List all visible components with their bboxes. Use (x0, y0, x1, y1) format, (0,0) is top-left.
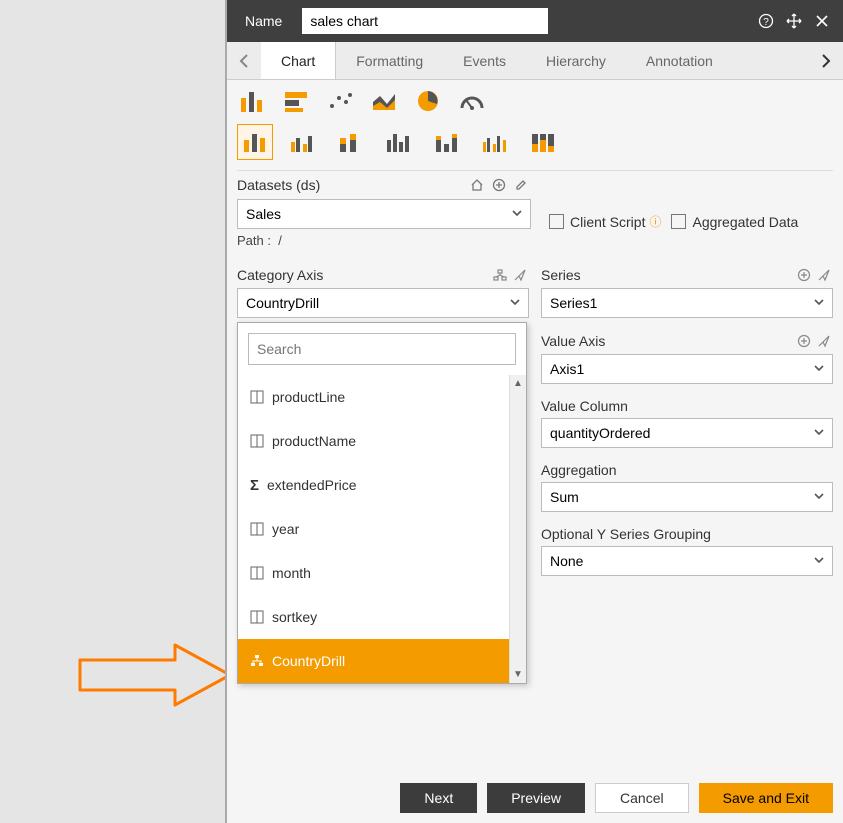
datasets-label: Datasets (ds) (237, 177, 320, 193)
series-label: Series (541, 267, 581, 283)
left-column: Category Axis CountryDrill productLine (237, 260, 529, 576)
dropdown-item-productline[interactable]: productLine (238, 375, 526, 419)
tab-annotation[interactable]: Annotation (626, 42, 733, 79)
tab-strip: Chart Formatting Events Hierarchy Annota… (227, 42, 843, 80)
stacked-bar-icon[interactable] (281, 88, 311, 114)
tree-icon[interactable] (491, 266, 509, 284)
gauge-icon[interactable] (457, 88, 487, 114)
scatter-icon[interactable] (325, 88, 355, 114)
grouping-select[interactable]: None (541, 546, 833, 576)
editor-panel: Name ? Chart Formatting Events Hierarchy… (225, 0, 843, 823)
next-button[interactable]: Next (400, 783, 477, 813)
add-icon[interactable] (795, 332, 813, 350)
column-icon (250, 522, 264, 536)
tab-scroll-left[interactable] (227, 42, 261, 79)
bar-sub-3-icon[interactable] (333, 124, 369, 160)
chevron-down-icon (812, 489, 826, 506)
right-column: Series Series1 Value Axis Axis1 Value (541, 260, 833, 576)
bar-sub-6-icon[interactable] (477, 124, 513, 160)
client-script-label: Client Script (570, 214, 645, 230)
titlebar: Name ? (227, 0, 843, 42)
area-icon[interactable] (369, 88, 399, 114)
dropdown-item-productname[interactable]: productName (238, 419, 526, 463)
dropdown-list: productLine productName Σ extendedPrice … (238, 375, 526, 683)
dataset-flags: Client Script ⓘ Aggregated Data (543, 175, 798, 248)
config-columns: Category Axis CountryDrill productLine (227, 254, 843, 582)
aggregation-label: Aggregation (541, 462, 617, 478)
aggregated-label: Aggregated Data (692, 214, 798, 230)
category-axis-select[interactable]: CountryDrill (237, 288, 529, 318)
value-column-select[interactable]: quantityOrdered (541, 418, 833, 448)
preview-button[interactable]: Preview (487, 783, 585, 813)
tab-formatting[interactable]: Formatting (336, 42, 443, 79)
dropdown-item-extendedprice[interactable]: Σ extendedPrice (238, 463, 526, 507)
column-icon (250, 610, 264, 624)
tab-chart[interactable]: Chart (261, 42, 336, 79)
dropdown-item-month[interactable]: month (238, 551, 526, 595)
bar-sub-2-icon[interactable] (285, 124, 321, 160)
scroll-up-icon[interactable]: ▲ (510, 375, 526, 392)
value-axis-select[interactable]: Axis1 (541, 354, 833, 384)
series-select[interactable]: Series1 (541, 288, 833, 318)
dataset-path: Path : / (237, 233, 531, 248)
dropdown-search-input[interactable] (248, 333, 516, 365)
datasets-section: Datasets (ds) Sales Path : / Client Scri… (227, 171, 843, 254)
drill-icon (250, 655, 264, 667)
add-icon[interactable] (489, 175, 509, 195)
save-button[interactable]: Save and Exit (699, 783, 833, 813)
sigma-icon: Σ (250, 477, 259, 494)
category-axis-label: Category Axis (237, 267, 323, 283)
bar-sub-5-icon[interactable] (429, 124, 465, 160)
column-icon (250, 566, 264, 580)
grouping-label: Optional Y Series Grouping (541, 526, 711, 542)
name-label: Name (245, 13, 282, 29)
column-icon (250, 434, 264, 448)
tab-events[interactable]: Events (443, 42, 526, 79)
chevron-down-icon (812, 425, 826, 442)
send-icon[interactable] (511, 266, 529, 284)
scroll-down-icon[interactable]: ▼ (510, 666, 526, 683)
chevron-down-icon (510, 206, 524, 223)
home-icon[interactable] (467, 175, 487, 195)
bar-sub-4-icon[interactable] (381, 124, 417, 160)
dropdown-item-countrydrill[interactable]: CountryDrill (238, 639, 526, 683)
aggregation-select[interactable]: Sum (541, 482, 833, 512)
name-input[interactable] (302, 8, 548, 34)
tab-scroll-right[interactable] (809, 42, 843, 79)
cancel-button[interactable]: Cancel (595, 783, 689, 813)
datasets-select[interactable]: Sales (237, 199, 531, 229)
add-icon[interactable] (795, 266, 813, 284)
help-icon[interactable]: ? (755, 10, 777, 32)
category-axis-dropdown: productLine productName Σ extendedPrice … (237, 322, 527, 684)
svg-text:?: ? (763, 17, 769, 28)
chevron-down-icon (508, 295, 522, 312)
move-icon[interactable] (783, 10, 805, 32)
value-axis-label: Value Axis (541, 333, 605, 349)
pie-icon[interactable] (413, 88, 443, 114)
chart-type-strip (227, 80, 843, 114)
bar-sub-7-icon[interactable] (525, 124, 561, 160)
close-icon[interactable] (811, 10, 833, 32)
footer-buttons: Next Preview Cancel Save and Exit (400, 783, 833, 813)
aggregated-checkbox[interactable] (671, 214, 686, 229)
bar-sub-1-icon[interactable] (237, 124, 273, 160)
chevron-down-icon (812, 361, 826, 378)
chart-subtype-strip (227, 124, 843, 170)
dropdown-item-sortkey[interactable]: sortkey (238, 595, 526, 639)
chevron-down-icon (812, 553, 826, 570)
value-column-label: Value Column (541, 398, 628, 414)
annotation-arrow (75, 640, 235, 715)
client-script-checkbox[interactable] (549, 214, 564, 229)
column-icon (250, 390, 264, 404)
tab-hierarchy[interactable]: Hierarchy (526, 42, 626, 79)
bar-chart-icon[interactable] (237, 88, 267, 114)
dropdown-item-year[interactable]: year (238, 507, 526, 551)
send-icon[interactable] (815, 332, 833, 350)
send-icon[interactable] (815, 266, 833, 284)
dropdown-scrollbar[interactable]: ▲ ▼ (509, 375, 526, 683)
chevron-down-icon (812, 295, 826, 312)
edit-icon[interactable] (511, 175, 531, 195)
info-icon[interactable]: ⓘ (649, 213, 661, 230)
